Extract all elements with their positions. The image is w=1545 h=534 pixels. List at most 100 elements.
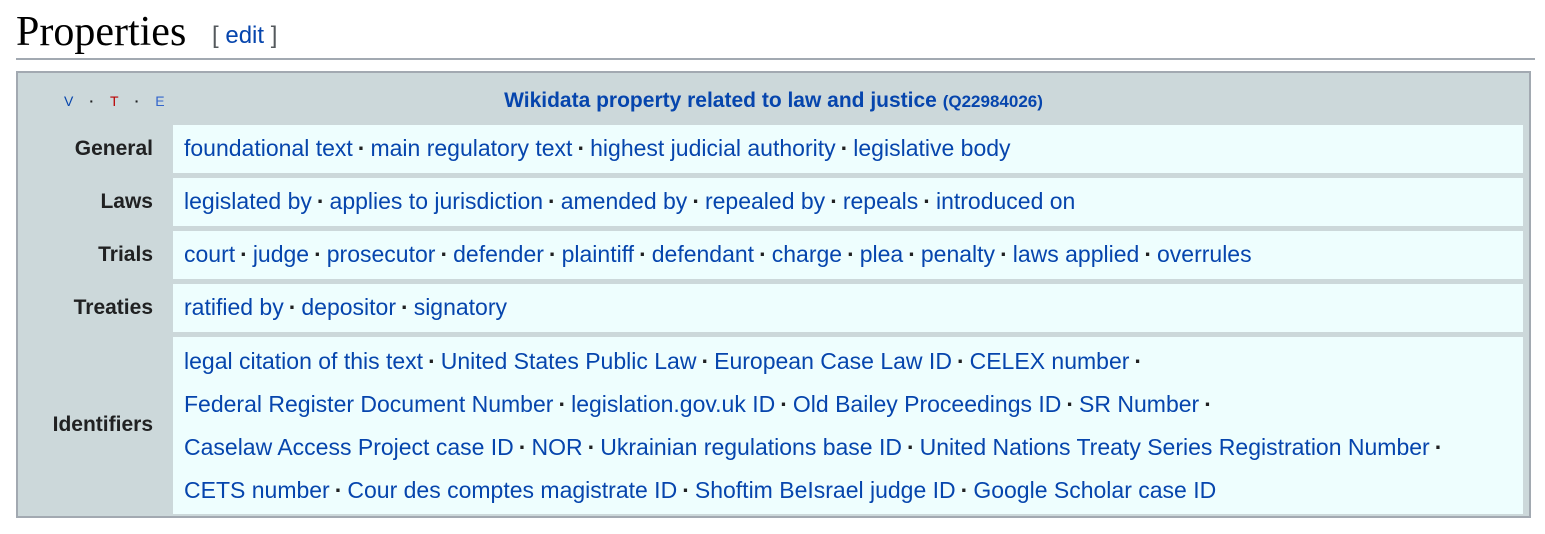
list-line: ratified by · depositor · signatory <box>184 286 1513 329</box>
property-link[interactable]: legislative body <box>853 135 1010 161</box>
list-line: Caselaw Access Project case ID · NOR · Ukrai… <box>184 426 1513 469</box>
group-row-identifiers: Identifiers legal citation of this text ·… <box>18 337 1529 514</box>
property-link[interactable]: depositor <box>301 294 396 320</box>
navbox-title: Wikidata property related to law and jus… <box>18 87 1529 116</box>
property-link[interactable]: charge <box>772 241 842 267</box>
list-separator: · <box>334 477 343 503</box>
list-line: foundational text · main regulatory text · h… <box>184 127 1513 170</box>
list-separator: · <box>240 241 248 267</box>
list-line: CETS number · Cour des comptes magistrate … <box>184 469 1513 512</box>
section-title: Properties <box>16 9 187 55</box>
property-link[interactable]: CELEX number <box>970 348 1130 374</box>
list-separator: · <box>847 241 855 267</box>
property-link[interactable]: penalty <box>921 241 995 267</box>
list-separator: · <box>682 477 690 503</box>
list-separator: · <box>577 135 586 161</box>
navbox-title-link[interactable]: Wikidata property related to law and jus… <box>504 89 937 112</box>
section-heading: Properties [ edit ] <box>16 6 1535 60</box>
property-link[interactable]: Old Bailey Proceedings ID <box>793 391 1061 417</box>
property-link[interactable]: overrules <box>1157 241 1252 267</box>
list-separator: · <box>830 188 838 214</box>
list-separator: · <box>316 188 325 214</box>
list-line: court · judge · prosecutor · defender · plaintif… <box>184 233 1513 276</box>
edit-link[interactable]: edit <box>225 22 264 49</box>
list-separator: · <box>960 477 969 503</box>
property-link[interactable]: laws applied <box>1013 241 1140 267</box>
property-link[interactable]: highest judicial authority <box>590 135 835 161</box>
navbox-qid-link[interactable]: (Q22984026) <box>943 92 1043 111</box>
property-link[interactable]: ratified by <box>184 294 284 320</box>
property-link[interactable]: Cour des comptes magistrate ID <box>347 477 677 503</box>
group-row-treaties: Treaties ratified by · depositor · signatory <box>18 284 1529 332</box>
list-separator: · <box>840 135 849 161</box>
list-separator: · <box>518 434 527 460</box>
property-link[interactable]: Ukrainian regulations base ID <box>600 434 902 460</box>
list-separator: · <box>1134 348 1143 374</box>
property-link[interactable]: Federal Register Document Number <box>184 391 553 417</box>
list-separator: · <box>314 241 322 267</box>
property-link[interactable]: defender <box>453 241 544 267</box>
list-separator: · <box>906 434 915 460</box>
list-separator: · <box>548 188 556 214</box>
list-separator: · <box>1204 391 1212 417</box>
property-link[interactable]: prosecutor <box>327 241 436 267</box>
list-separator: · <box>587 434 596 460</box>
group-label-general: General <box>74 137 153 160</box>
list-separator: · <box>908 241 916 267</box>
group-label-identifiers: Identifiers <box>52 413 153 436</box>
property-link[interactable]: legislation.gov.uk ID <box>571 391 775 417</box>
property-link[interactable]: defendant <box>652 241 754 267</box>
property-link[interactable]: main regulatory text <box>370 135 572 161</box>
property-link[interactable]: Shoftim BeIsrael judge ID <box>695 477 956 503</box>
property-link[interactable]: judge <box>253 241 309 267</box>
list-separator: · <box>692 188 700 214</box>
property-link[interactable]: plaintiff <box>562 241 634 267</box>
list-separator: · <box>288 294 297 320</box>
property-link[interactable]: repeals <box>843 188 918 214</box>
group-row-general: General foundational text · main regulator… <box>18 125 1529 173</box>
list-separator: · <box>956 348 965 374</box>
list-separator: · <box>401 294 409 320</box>
property-link[interactable]: European Case Law ID <box>714 348 952 374</box>
list-separator: · <box>548 241 557 267</box>
list-separator: · <box>1066 391 1075 417</box>
property-link[interactable]: repealed by <box>705 188 825 214</box>
list-separator: · <box>923 188 931 214</box>
list-separator: · <box>701 348 710 374</box>
list-separator: · <box>780 391 788 417</box>
group-list-trials: court · judge · prosecutor · defender · plaintif… <box>173 231 1523 279</box>
property-link[interactable]: legal citation of this text <box>184 348 423 374</box>
property-link[interactable]: Caselaw Access Project case ID <box>184 434 514 460</box>
group-list-treaties: ratified by · depositor · signatory <box>173 284 1523 332</box>
property-link[interactable]: SR Number <box>1079 391 1199 417</box>
property-link[interactable]: foundational text <box>184 135 353 161</box>
property-link[interactable]: United Nations Treaty Series Registratio… <box>920 434 1430 460</box>
property-link[interactable]: court <box>184 241 235 267</box>
edit-bracket-open: [ <box>212 22 226 49</box>
property-link[interactable]: signatory <box>414 294 507 320</box>
group-row-trials: Trials court · judge · prosecutor · defender · p… <box>18 231 1529 279</box>
navbox: V · T · E Wikidata property related to law a… <box>16 71 1531 518</box>
property-link[interactable]: legislated by <box>184 188 312 214</box>
property-link[interactable]: amended by <box>561 188 688 214</box>
property-link[interactable]: applies to jurisdiction <box>330 188 544 214</box>
edit-bracket-close: ] <box>264 22 278 49</box>
property-link[interactable]: United States Public Law <box>441 348 697 374</box>
list-separator: · <box>1144 241 1152 267</box>
property-link[interactable]: NOR <box>531 434 582 460</box>
navbox-title-row: V · T · E Wikidata property related to law a… <box>18 73 1529 125</box>
group-row-laws: Laws legislated by · applies to jurisdicti… <box>18 178 1529 226</box>
property-link[interactable]: introduced on <box>936 188 1075 214</box>
group-list-identifiers: legal citation of this text · United State… <box>173 337 1523 514</box>
list-separator: · <box>428 348 436 374</box>
property-link[interactable]: CETS number <box>184 477 330 503</box>
group-list-laws: legislated by · applies to jurisdiction · am… <box>173 178 1523 226</box>
property-link[interactable]: Google Scholar case ID <box>973 477 1216 503</box>
group-label-laws: Laws <box>100 190 153 213</box>
list-line: legal citation of this text · United State… <box>184 340 1513 383</box>
group-list-general: foundational text · main regulatory text · h… <box>173 125 1523 173</box>
list-separator: · <box>1000 241 1008 267</box>
edit-section: [ edit ] <box>212 22 277 50</box>
property-link[interactable]: plea <box>860 241 903 267</box>
list-separator: · <box>357 135 366 161</box>
